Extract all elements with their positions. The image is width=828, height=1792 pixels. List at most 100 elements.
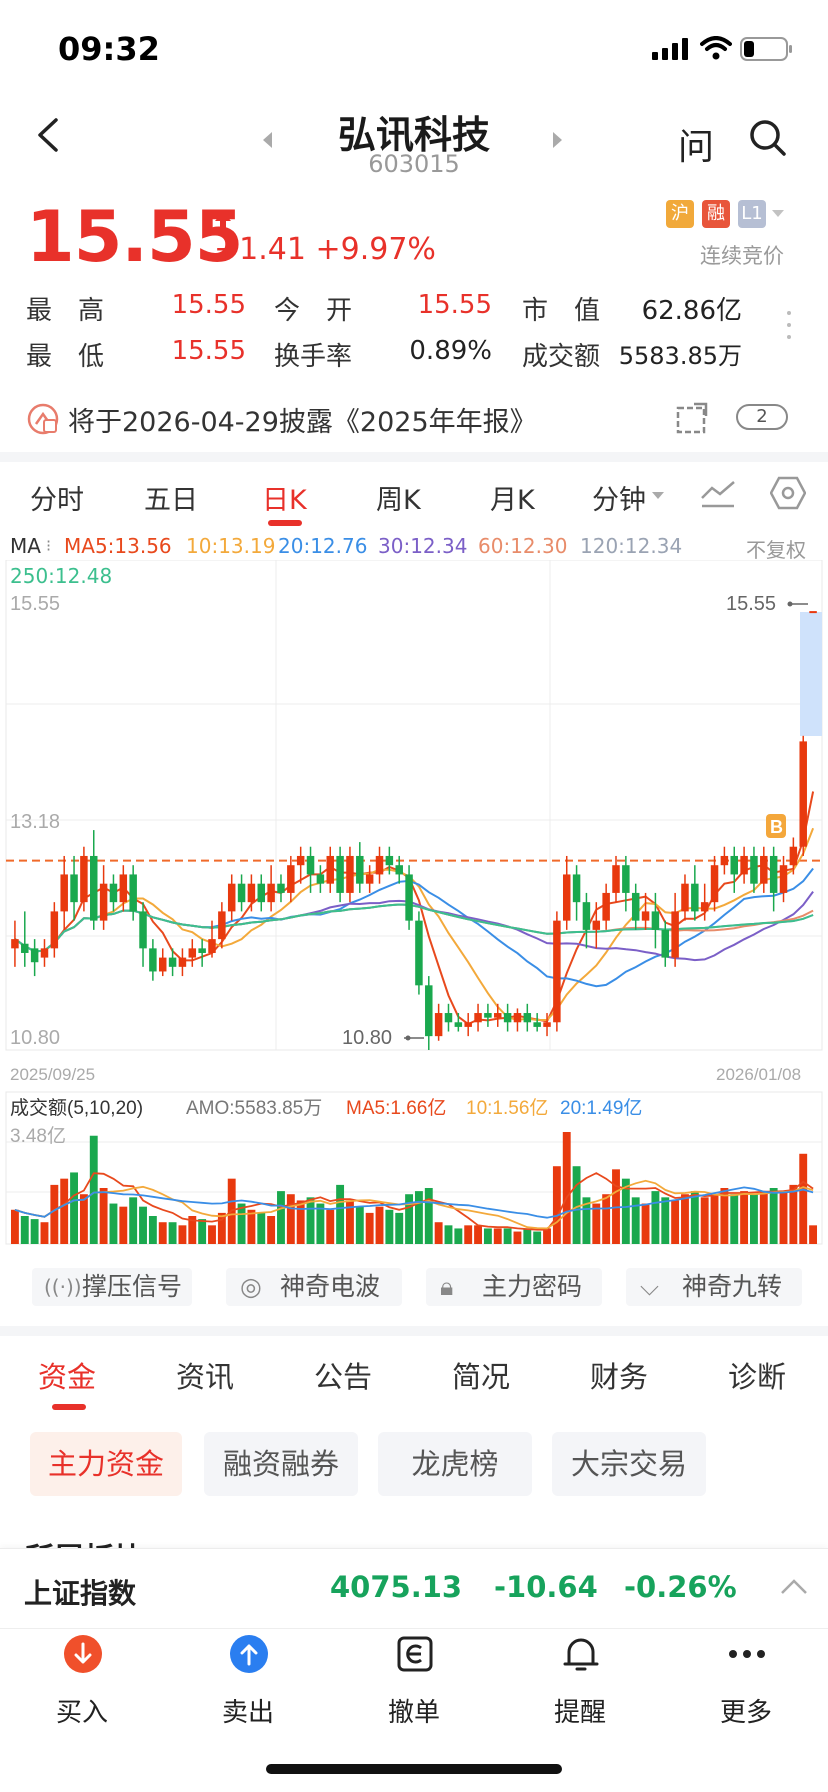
candle-body [661,929,670,958]
volume-bar [99,1188,108,1244]
tab-diagnosis[interactable]: 诊断 [728,1354,786,1396]
candle-body [227,883,236,912]
volume-bar [740,1191,749,1244]
support-resistance-button[interactable]: ((·)) 撑压信号 [32,1268,192,1306]
shanghai-tag[interactable]: 沪 [666,200,694,228]
ask-button[interactable]: 问 [678,118,714,170]
volume-bar [336,1184,345,1244]
notice-count-badge[interactable]: 2 [736,404,788,430]
candle-body [11,939,19,949]
magic-wave-button[interactable]: ◎ 神奇电波 [226,1268,402,1306]
candle-body [681,883,689,912]
candle-body [30,948,39,963]
candle-body [523,1013,532,1023]
tab-daily-k[interactable]: 日K [262,478,307,517]
chip-margin[interactable]: 融资融券 [204,1432,358,1496]
more-stats-icon[interactable] [786,310,792,340]
home-indicator [266,1764,562,1774]
stat-value-low: 15.55 [171,336,246,366]
stat-value-turnover: 0.89% [409,336,492,366]
volume-bar [109,1203,118,1244]
candle-body [277,883,285,893]
tab-intraday[interactable]: 分时 [30,478,84,517]
margin-tag[interactable]: 融 [702,200,730,228]
candle-body [592,920,601,930]
tab-finance[interactable]: 财务 [590,1354,648,1396]
current-price: 15.55 [26,196,243,278]
notice-text[interactable]: 将于2026-04-29披露《2025年年报》 [68,400,537,439]
tab-minute[interactable]: 分钟 [592,478,646,517]
level-dropdown-caret-icon[interactable] [772,210,784,217]
candle-body [70,874,78,903]
battery-icon [740,37,792,61]
tab-announcement[interactable]: 公告 [314,1354,372,1396]
candle-body [109,883,118,903]
candle-body [247,883,256,903]
volume-ma5: MA5:1.66亿 [346,1097,446,1119]
kline-chart[interactable]: 15.55 13.18 10.80 15.55 10.80 B 2025/09/25 2026… [0,560,828,1250]
ma-prefix[interactable]: MA [10,534,41,558]
ma10-line [14,827,815,1022]
nav-alert-label: 提醒 [553,1698,606,1728]
stat-value-open: 15.55 [417,290,492,320]
volume-bar [198,1219,207,1244]
candle-body [149,948,157,972]
volume-bar [286,1194,295,1244]
volume-bar [395,1212,404,1244]
sell-icon [230,1635,268,1673]
chip-dragon-tiger[interactable]: 龙虎榜 [378,1432,532,1496]
candle-body [356,855,364,884]
next-stock-arrow-icon[interactable] [553,132,562,148]
volume-bar [651,1191,660,1244]
volume-bar [769,1188,778,1244]
magic-nine-button[interactable]: ⌵ 神奇九转 [626,1268,802,1306]
support-resistance-label: 撑压信号 [82,1272,183,1301]
stat-label-amount: 成交额 [522,342,601,372]
divider [0,452,828,462]
tab-fund[interactable]: 资金 [38,1354,96,1396]
index-change: -10.64 [494,1570,598,1604]
volume-bar [119,1206,128,1244]
volume-bar [306,1197,315,1244]
volume-bar [730,1194,739,1244]
settings-icon[interactable] [770,476,806,510]
chip-main-fund[interactable]: 主力资金 [30,1432,182,1496]
candle-body [789,846,798,866]
candle-body [425,985,433,1037]
low-marker-dot [405,1035,411,1041]
candle-body [503,1013,512,1023]
search-icon[interactable] [748,118,788,158]
chip-block-trade[interactable]: 大宗交易 [552,1432,706,1496]
volume-bar [592,1203,601,1244]
nav-sell-label: 卖出 [221,1698,274,1728]
volume-bar [79,1194,88,1244]
share-icon[interactable] [676,402,710,434]
adjust-mode[interactable]: 不复权 [746,534,806,563]
candle-body [129,874,137,912]
level1-tag[interactable]: L1 [738,200,766,228]
tab-five-day[interactable]: 五日 [144,478,198,517]
volume-bar [139,1206,147,1244]
capital-code-button[interactable]: 🔒︎ 主力密码 [426,1268,602,1306]
chevron-up-icon[interactable] [780,1578,808,1596]
tab-news[interactable]: 资讯 [176,1354,234,1396]
notice-icon [27,403,59,435]
nav-more-label: 更多 [719,1698,772,1728]
candle-body [60,874,68,912]
high-marker-dot [787,601,793,607]
volume-bar [296,1200,305,1244]
index-name: 上证指数 [24,1577,137,1610]
tab-monthly-k[interactable]: 月K [490,478,535,517]
volume-bar [789,1184,798,1244]
candle-body [582,902,591,930]
tab-weekly-k[interactable]: 周K [376,478,421,517]
candle-body [218,911,226,940]
ma-menu-icon[interactable]: ⁝ [46,536,51,555]
minute-dropdown-caret-icon[interactable] [652,492,664,499]
cellular-signal-icon [652,38,688,60]
volume-bar [326,1209,335,1244]
y-label-mid: 13.18 [10,811,60,833]
draw-line-icon[interactable] [700,478,736,508]
ma60-value: 60:12.30 [478,534,568,558]
tab-profile[interactable]: 简况 [452,1354,510,1396]
